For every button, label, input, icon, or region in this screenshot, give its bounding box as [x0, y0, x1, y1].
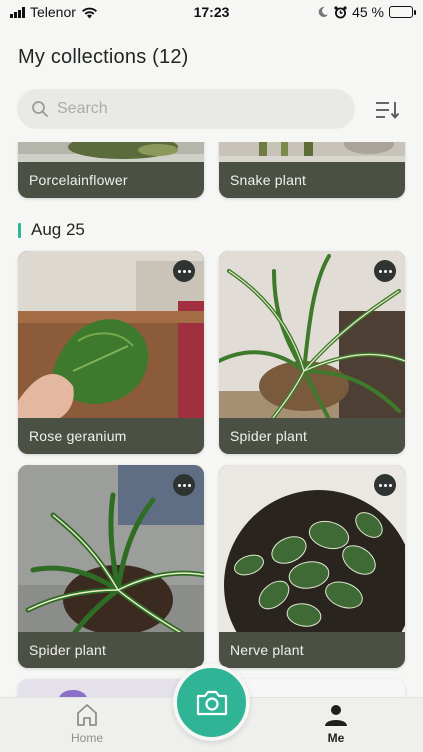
plant-card[interactable]: Spider plant — [219, 251, 405, 454]
status-time: 17:23 — [193, 4, 230, 20]
plant-name: Porcelainflower — [18, 162, 204, 198]
tab-home-label: Home — [70, 731, 103, 745]
camera-button[interactable] — [173, 664, 250, 741]
wifi-icon — [81, 7, 97, 18]
plant-card[interactable]: Porcelainflower — [18, 142, 204, 198]
status-right: 45 % — [317, 4, 416, 20]
date-group-header: Aug 25 — [18, 220, 85, 240]
tab-home[interactable]: Home — [47, 702, 127, 745]
moon-icon — [318, 6, 329, 17]
plant-name: Rose geranium — [18, 418, 204, 454]
home-icon — [77, 704, 97, 726]
date-accent-bar — [18, 222, 21, 238]
plant-card[interactable]: Snake plant — [219, 142, 405, 198]
tab-me[interactable]: Me — [296, 702, 376, 745]
status-left: Telenor — [10, 4, 98, 20]
plant-name: Nerve plant — [219, 632, 405, 668]
more-icon[interactable] — [374, 260, 396, 282]
plant-card[interactable]: Rose geranium — [18, 251, 204, 454]
battery-percent: 45 % — [352, 4, 384, 20]
person-icon — [325, 705, 347, 726]
plant-name: Spider plant — [219, 418, 405, 454]
search-icon — [32, 101, 48, 117]
sort-button[interactable] — [372, 96, 402, 124]
more-icon[interactable] — [173, 260, 195, 282]
battery-icon — [389, 6, 416, 18]
plant-name: Snake plant — [219, 162, 405, 198]
search-input[interactable] — [57, 100, 317, 118]
tab-me-label: Me — [327, 731, 345, 745]
plant-card[interactable]: Spider plant — [18, 465, 204, 668]
sort-icon — [376, 102, 400, 119]
plant-card[interactable]: Nerve plant — [219, 465, 405, 668]
signal-icon — [10, 6, 25, 18]
alarm-icon — [334, 5, 347, 18]
search-bar[interactable] — [17, 89, 355, 129]
status-bar: Telenor 17:23 45 % — [0, 0, 423, 24]
more-icon[interactable] — [374, 474, 396, 496]
more-icon[interactable] — [173, 474, 195, 496]
camera-icon — [196, 690, 227, 715]
plant-name: Spider plant — [18, 632, 204, 668]
carrier-name: Telenor — [30, 4, 76, 20]
date-label: Aug 25 — [31, 220, 85, 239]
page-title: My collections (12) — [18, 46, 189, 68]
collection-list[interactable]: Porcelainflower Snake plant Aug 25 Rose … — [0, 142, 423, 697]
